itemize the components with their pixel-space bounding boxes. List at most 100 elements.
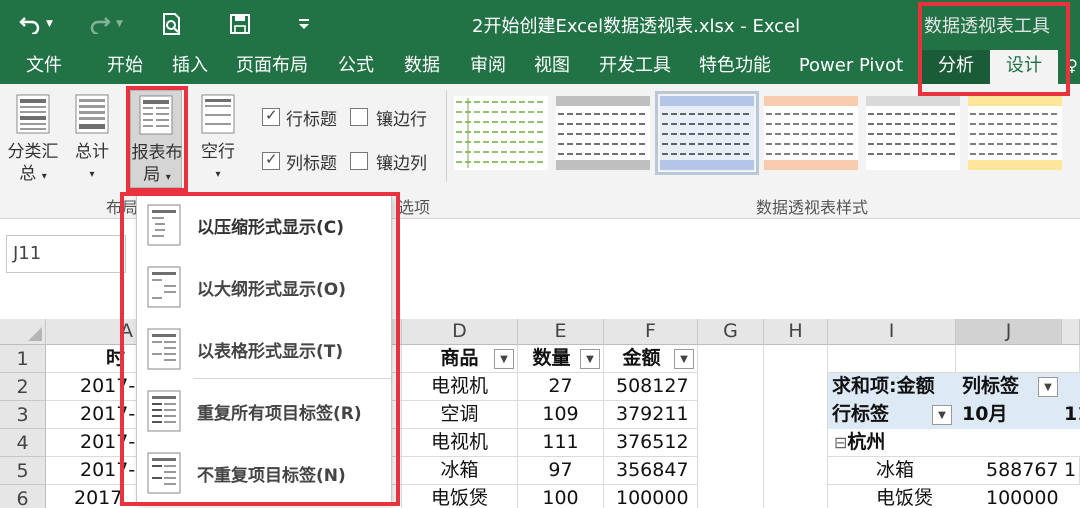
- tab-developer[interactable]: 开发工具: [592, 50, 678, 84]
- blank-rows-dropdown-icon: ▾: [215, 169, 221, 180]
- banded-columns-checkbox[interactable]: [350, 152, 368, 170]
- tab-analyze[interactable]: 分析: [922, 50, 990, 84]
- tab-insert[interactable]: 插入: [162, 50, 218, 84]
- report-layout-label-2: 局 ▾: [143, 165, 171, 185]
- cell-f5[interactable]: 356847: [604, 457, 698, 485]
- pivot-row-filter-icon[interactable]: ▼: [932, 405, 952, 425]
- cell-e5[interactable]: 97: [518, 457, 604, 485]
- product-filter-icon[interactable]: ▼: [494, 349, 514, 369]
- menu-tabular-form[interactable]: 以表格形式显示(T): [137, 320, 393, 380]
- column-header-e[interactable]: E: [518, 319, 604, 345]
- pivot-style-thumb-green[interactable]: [454, 96, 548, 170]
- row-header-1[interactable]: 1: [0, 345, 46, 373]
- pivot-month-header[interactable]: 10月: [956, 401, 1062, 429]
- grand-totals-icon: [75, 94, 109, 134]
- menu-outline-form[interactable]: 以大纲形式显示(O): [137, 258, 393, 318]
- cell-d5[interactable]: 冰箱: [402, 457, 518, 485]
- column-header-i[interactable]: I: [828, 319, 956, 345]
- pivot-col-label[interactable]: 列标签: [956, 373, 1080, 401]
- collapse-icon[interactable]: ⊟: [834, 433, 847, 452]
- row-header-2[interactable]: 2: [0, 373, 46, 401]
- pivot-style-thumb-plain[interactable]: [866, 96, 960, 170]
- outline-form-icon: [147, 266, 181, 308]
- menu-repeat-all-labels[interactable]: 重复所有项目标签(R): [137, 382, 393, 442]
- tab-page-layout[interactable]: 页面布局: [228, 50, 316, 84]
- pivot-style-thumb-blue-selected[interactable]: [655, 91, 759, 175]
- redo-button[interactable]: ▼: [86, 10, 123, 38]
- row-headers-label: 行标题: [286, 110, 337, 130]
- cell-e2[interactable]: 27: [518, 373, 604, 401]
- column-header-g[interactable]: G: [698, 319, 764, 345]
- cell-e3[interactable]: 109: [518, 401, 604, 429]
- styles-group-label: 数据透视表样式: [756, 198, 869, 217]
- options-group-label: 选项: [398, 198, 431, 217]
- print-preview-button[interactable]: [158, 10, 186, 38]
- pivot-item-name[interactable]: 冰箱: [828, 457, 956, 485]
- cell-f6[interactable]: 100000: [604, 485, 698, 508]
- compact-form-icon: [147, 204, 181, 246]
- column-header-f[interactable]: F: [604, 319, 698, 345]
- tab-design[interactable]: 设计: [990, 50, 1058, 84]
- row-header-5[interactable]: 5: [0, 457, 46, 485]
- cell-d4[interactable]: 电视机: [402, 429, 518, 457]
- row-header-4[interactable]: 4: [0, 429, 46, 457]
- report-layout-button[interactable]: 报表布 局 ▾: [130, 90, 183, 188]
- undo-button[interactable]: ▼: [16, 10, 53, 38]
- menu-no-repeat-labels[interactable]: 不重复项目标签(N): [137, 444, 393, 504]
- cell-d3[interactable]: 空调: [402, 401, 518, 429]
- tab-review[interactable]: 审阅: [460, 50, 516, 84]
- blank-rows-icon: [201, 94, 235, 134]
- tab-special-features[interactable]: 特色功能: [692, 50, 778, 84]
- pivot-col-filter-icon[interactable]: ▼: [1038, 377, 1058, 397]
- save-button[interactable]: [226, 10, 254, 38]
- cell-f2[interactable]: 508127: [604, 373, 698, 401]
- report-layout-label-1: 报表布: [131, 143, 183, 163]
- select-all-icon: [28, 327, 42, 341]
- blank-rows-label: 空行: [201, 142, 235, 162]
- tab-formulas[interactable]: 公式: [328, 50, 384, 84]
- grand-totals-button[interactable]: 总计 ▾: [66, 92, 118, 188]
- column-header-d[interactable]: D: [402, 319, 518, 345]
- amount-filter-icon[interactable]: ▼: [674, 349, 694, 369]
- tab-data[interactable]: 数据: [394, 50, 450, 84]
- pivot-month-next-header[interactable]: 11: [1062, 401, 1080, 429]
- tab-file[interactable]: 文件: [12, 50, 76, 84]
- column-header-j[interactable]: J: [956, 319, 1062, 345]
- qty-filter-icon[interactable]: ▼: [580, 349, 600, 369]
- name-box[interactable]: J11: [6, 235, 126, 273]
- column-headers-checkbox[interactable]: [262, 150, 280, 170]
- pivot-item-value[interactable]: 588767: [956, 457, 1062, 485]
- pivot-style-thumb-gray[interactable]: [556, 96, 650, 170]
- tab-home[interactable]: 开始: [96, 50, 154, 84]
- cell-e4[interactable]: 111: [518, 429, 604, 457]
- pivot-item-name[interactable]: 电饭煲: [828, 485, 956, 508]
- pivot-sum-label[interactable]: 求和项:金额: [828, 373, 956, 401]
- cell-e6[interactable]: 100: [518, 485, 604, 508]
- row-headers-checkbox[interactable]: [262, 106, 280, 126]
- grand-totals-dropdown-icon: ▾: [89, 169, 95, 180]
- grand-totals-label: 总计: [75, 142, 109, 162]
- select-all-corner[interactable]: [0, 319, 46, 345]
- customize-qat-button[interactable]: [296, 10, 312, 38]
- cell-f3[interactable]: 379211: [604, 401, 698, 429]
- row-header-6[interactable]: 6: [0, 485, 46, 508]
- cell-d2[interactable]: 电视机: [402, 373, 518, 401]
- cell-f4[interactable]: 376512: [604, 429, 698, 457]
- pivot-item-next[interactable]: 1: [1062, 457, 1080, 485]
- tab-view[interactable]: 视图: [524, 50, 580, 84]
- pivot-group-hangzhou[interactable]: ⊟杭州: [828, 429, 956, 457]
- menu-compact-form[interactable]: 以压缩形式显示(C): [137, 196, 393, 256]
- blank-rows-button[interactable]: 空行 ▾: [192, 92, 244, 188]
- banded-columns-label: 镶边列: [376, 154, 427, 174]
- pivot-style-thumb-orange[interactable]: [764, 96, 858, 170]
- column-header-h[interactable]: H: [764, 319, 828, 345]
- row-header-3[interactable]: 3: [0, 401, 46, 429]
- subtotals-button[interactable]: 分类汇 总 ▾: [4, 92, 62, 188]
- pivot-style-thumb-yellow[interactable]: [968, 96, 1062, 170]
- tab-power-pivot[interactable]: Power Pivot: [794, 50, 908, 84]
- tell-me-icon[interactable]: ♀: [1064, 50, 1080, 84]
- pivot-item-value[interactable]: 100000: [956, 485, 1062, 508]
- banded-rows-checkbox[interactable]: [350, 108, 368, 126]
- cell-d6[interactable]: 电饭煲: [402, 485, 518, 508]
- customize-qat-icon: [299, 19, 309, 29]
